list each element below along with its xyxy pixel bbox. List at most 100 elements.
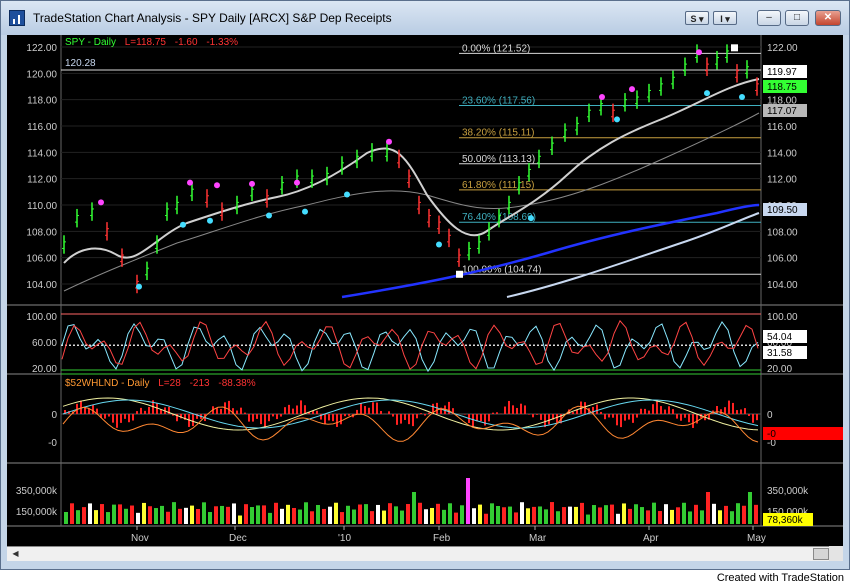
volume-bar bbox=[640, 507, 644, 524]
volume-bar bbox=[634, 504, 638, 524]
volume-bar bbox=[148, 506, 152, 524]
breadth-legend: $52WHLND - Daily L=28 -213 -88.38% bbox=[65, 378, 256, 389]
chart-canvas[interactable]: 122.00 120.00 118.00 116.00 114.00 112.00 110.… bbox=[7, 35, 843, 561]
x-axis-label: Feb bbox=[433, 533, 451, 544]
chart-svg: 122.00 120.00 118.00 116.00 114.00 112.00 110.… bbox=[7, 35, 843, 544]
price-tick-label: 116.00 bbox=[27, 122, 57, 133]
horizontal-scrollbar[interactable]: ◀ bbox=[7, 546, 829, 561]
window-title: TradeStation Chart Analysis - SPY Daily … bbox=[33, 11, 392, 25]
minimize-button[interactable]: – bbox=[757, 10, 781, 26]
swing-low-marker bbox=[266, 212, 272, 219]
swing-high-marker bbox=[599, 94, 605, 101]
tradestation-app-icon bbox=[9, 10, 25, 26]
volume-bar bbox=[202, 502, 206, 524]
title-bar[interactable]: TradeStation Chart Analysis - SPY Daily … bbox=[1, 1, 849, 35]
breadth-legend-change: -213 bbox=[190, 378, 210, 389]
volume-bar bbox=[646, 510, 650, 524]
volume-bar bbox=[562, 507, 566, 524]
volume-bar bbox=[166, 511, 170, 524]
fib-label: 50.00% (113.13) bbox=[462, 154, 535, 165]
volume-bar bbox=[478, 504, 482, 524]
price-tick-label: 114.00 bbox=[27, 148, 57, 159]
volume-bar bbox=[424, 509, 428, 524]
volume-bar bbox=[214, 506, 218, 524]
volume-bar bbox=[112, 504, 116, 524]
maximize-button[interactable]: □ bbox=[785, 10, 809, 26]
price-legend-change-pct: -1.33% bbox=[206, 37, 238, 48]
volume-bar bbox=[190, 505, 194, 524]
x-axis-label: Apr bbox=[643, 533, 659, 544]
volume-bar bbox=[280, 508, 284, 524]
price-tick-label-right: 108.00 bbox=[767, 227, 798, 238]
swing-low-marker bbox=[436, 241, 442, 248]
osc-value-badge-text: 31.58 bbox=[767, 348, 792, 359]
volume-bar bbox=[238, 515, 242, 524]
volume-bar bbox=[520, 502, 524, 524]
volume-bar bbox=[706, 492, 710, 524]
swing-high-marker bbox=[98, 199, 104, 206]
volume-bar bbox=[88, 503, 92, 524]
scroll-corner bbox=[829, 546, 843, 561]
volume-bar bbox=[412, 492, 416, 524]
volume-bar bbox=[232, 503, 236, 524]
price-tick-label: 106.00 bbox=[26, 254, 57, 265]
fib-label: 0.00% (121.52) bbox=[462, 43, 530, 54]
oscillator-grid: 100.00 100.0060.00 60.0020.00 20.00 bbox=[26, 312, 798, 375]
symbol-menu-button[interactable]: S ▾ bbox=[685, 11, 709, 25]
volume-bar bbox=[472, 508, 476, 524]
volume-bar bbox=[430, 507, 434, 524]
volume-bar bbox=[592, 505, 596, 524]
volume-bar bbox=[508, 506, 512, 524]
osc-value-badge-text: 54.04 bbox=[767, 332, 792, 343]
volume-bar bbox=[262, 505, 266, 524]
price-value-badge-text: 118.75 bbox=[767, 82, 797, 93]
price-left-tick-labels: 122.00 120.00 118.00 116.00 114.00 112.00 110.… bbox=[26, 43, 57, 291]
scroll-left-arrow-icon[interactable]: ◀ bbox=[9, 548, 22, 560]
volume-bar bbox=[454, 512, 458, 524]
volume-bar bbox=[436, 503, 440, 524]
breadth-legend-change-pct: -88.38% bbox=[218, 378, 255, 389]
chart-window: TradeStation Chart Analysis - SPY Daily … bbox=[0, 0, 850, 570]
price-value-badge-text: 119.97 bbox=[767, 67, 797, 78]
volume-bar bbox=[358, 504, 362, 524]
volume-bar bbox=[718, 510, 722, 524]
volume-bar bbox=[694, 504, 698, 524]
volume-bar bbox=[370, 511, 374, 524]
x-axis-label: Nov bbox=[131, 533, 149, 544]
volume-bar bbox=[514, 512, 518, 524]
swing-high-marker bbox=[294, 179, 300, 186]
volume-bar bbox=[226, 506, 230, 524]
volume-bar bbox=[220, 505, 224, 524]
close-button[interactable]: ✕ bbox=[815, 10, 841, 26]
volume-bar bbox=[70, 503, 74, 524]
scroll-thumb[interactable] bbox=[813, 548, 829, 560]
price-value-badge-text: 109.50 bbox=[767, 205, 798, 216]
volume-bar bbox=[568, 506, 572, 524]
ma-200-line bbox=[341, 203, 760, 299]
volume-bar bbox=[580, 502, 584, 524]
volume-bar bbox=[76, 510, 80, 524]
volume-bar bbox=[106, 512, 110, 524]
breadth-legend-symbol: $52WHLND - Daily bbox=[65, 378, 149, 389]
breadth-tick-label: -0 bbox=[48, 438, 57, 449]
x-axis: Nov Dec '10 Feb Mar Apr May bbox=[131, 526, 766, 544]
volume-bar bbox=[742, 505, 746, 524]
volume-bar bbox=[466, 478, 470, 524]
indicator-menu-button[interactable]: I ▾ bbox=[713, 11, 737, 25]
footer-credit: Created with TradeStation bbox=[716, 572, 844, 584]
osc-tick-label-right: 100.00 bbox=[767, 312, 798, 323]
volume-bar bbox=[460, 505, 464, 524]
price-bars bbox=[62, 44, 759, 294]
volume-bar bbox=[388, 503, 392, 524]
price-tick-label-right: 114.00 bbox=[767, 148, 797, 159]
volume-bar bbox=[316, 504, 320, 524]
osc-tick-label: 20.00 bbox=[32, 364, 57, 375]
volume-bar bbox=[172, 502, 176, 524]
volume-bar bbox=[64, 512, 68, 524]
price-tick-label: 118.00 bbox=[27, 96, 57, 107]
volume-bar bbox=[598, 507, 602, 524]
volume-bar bbox=[340, 512, 344, 524]
volume-bar bbox=[178, 508, 182, 524]
price-tick-label: 104.00 bbox=[26, 280, 57, 291]
volume-bar bbox=[268, 512, 272, 524]
